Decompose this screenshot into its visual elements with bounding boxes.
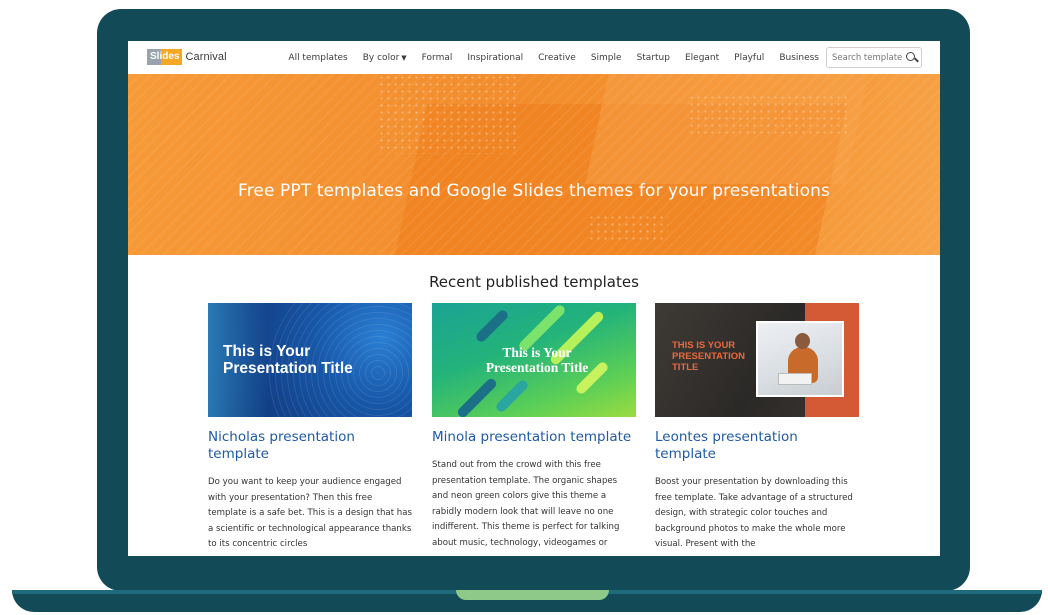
- template-description: Do you want to keep your audience engage…: [208, 477, 412, 549]
- nav-by-color-label: By color: [362, 52, 400, 63]
- template-card-nicholas: This is Your Presentation Title Nicholas…: [208, 303, 412, 553]
- logo-mark: Slides: [147, 49, 183, 65]
- hero-decor-dots: [588, 214, 668, 244]
- thumb-decor-bar: [474, 308, 510, 344]
- template-card-minola: This is Your Presentation Title Minola p…: [432, 303, 636, 551]
- browser-screen: Slides Carnival All templates By color ▼ …: [128, 41, 940, 556]
- template-thumbnail[interactable]: THIS IS YOUR PRESENTATION TITLE: [655, 303, 859, 417]
- template-title-link[interactable]: Nicholas presentation template: [208, 429, 412, 463]
- logo-text-slides: Slides: [150, 51, 180, 62]
- thumb-decor-bar: [455, 376, 499, 417]
- hero-decor-dots: [688, 94, 848, 134]
- section-title: Recent published templates: [429, 273, 639, 291]
- template-card-leontes: THIS IS YOUR PRESENTATION TITLE Leontes …: [655, 303, 859, 553]
- nav-by-color[interactable]: By color ▼: [363, 53, 407, 63]
- site-logo[interactable]: Slides Carnival: [147, 49, 227, 65]
- thumbnail-photo: [756, 321, 844, 397]
- nav-simple[interactable]: Simple: [591, 53, 622, 63]
- nav-all-templates[interactable]: All templates: [288, 53, 347, 63]
- laptop-notch: [456, 590, 609, 600]
- thumbnail-title: This is Your Presentation Title: [223, 343, 353, 377]
- nav-business[interactable]: Business: [779, 53, 819, 63]
- hero-title: Free PPT templates and Google Slides the…: [238, 181, 830, 201]
- thumbnail-title: This is Your Presentation Title: [485, 345, 589, 375]
- template-title-link[interactable]: Leontes presentation template: [655, 429, 859, 463]
- hero-decor-dots: [378, 74, 518, 154]
- template-description: Boost your presentation by downloading t…: [655, 477, 853, 549]
- template-title-link[interactable]: Minola presentation template: [432, 429, 636, 446]
- nav-playful[interactable]: Playful: [734, 53, 764, 63]
- template-description: Stand out from the crowd with this free …: [432, 460, 620, 548]
- navbar: Slides Carnival All templates By color ▼ …: [128, 41, 940, 74]
- thumb-decor-bar: [494, 378, 530, 414]
- nav-creative[interactable]: Creative: [538, 53, 576, 63]
- caret-down-icon: ▼: [401, 53, 407, 62]
- template-thumbnail[interactable]: This is Your Presentation Title: [432, 303, 636, 417]
- search-input[interactable]: [827, 49, 903, 66]
- nav-startup[interactable]: Startup: [637, 53, 670, 63]
- hero-banner: Free PPT templates and Google Slides the…: [128, 74, 940, 255]
- nav-inspirational[interactable]: Inspirational: [467, 53, 523, 63]
- nav-menu: All templates By color ▼ Formal Inspirati…: [273, 41, 819, 74]
- thumbnail-title: THIS IS YOUR PRESENTATION TITLE: [672, 340, 746, 373]
- nav-formal[interactable]: Formal: [422, 53, 453, 63]
- photo-laptop: [778, 373, 812, 385]
- photo-person-head: [795, 333, 810, 349]
- nav-elegant[interactable]: Elegant: [685, 53, 719, 63]
- logo-text-carnival: Carnival: [185, 51, 227, 63]
- search-box: [826, 47, 922, 68]
- search-icon[interactable]: [905, 51, 919, 65]
- template-thumbnail[interactable]: This is Your Presentation Title: [208, 303, 412, 417]
